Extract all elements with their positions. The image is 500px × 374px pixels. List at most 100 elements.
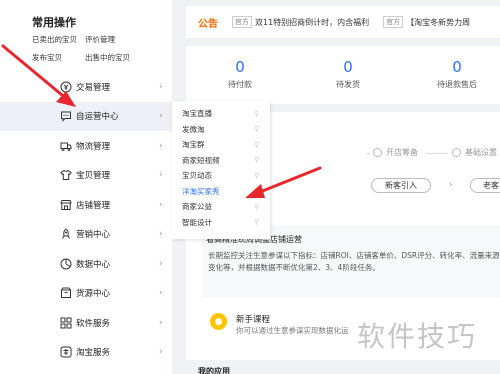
menu-item-trade[interactable]: 交易管理 › xyxy=(0,72,172,102)
task-description: 长期监控关注生意参谋以下指标：店铺ROI、店铺客单价、DSR评分、转化率、流量来… xyxy=(208,251,500,272)
new-customer-button[interactable]: 新客引入 xyxy=(371,178,431,193)
menu-label: 交易管理 xyxy=(76,82,111,93)
submenu-label: 淘宝群 xyxy=(182,140,205,150)
newbie-course-desc: 你可以通过生意参谋实现数据化运 xyxy=(236,326,349,335)
truck-icon xyxy=(60,142,72,151)
chevron-right-icon: › xyxy=(159,199,163,210)
quick-link-reviews[interactable]: 评价管理 xyxy=(85,34,115,45)
menu-label: 货源中心 xyxy=(76,289,111,300)
pin-icon[interactable]: ⚲ xyxy=(254,156,259,164)
submenu-item-active[interactable]: 洋淘买家秀 ⚲ xyxy=(172,184,270,200)
chevron-right-icon: › xyxy=(159,229,163,240)
menu-item-self-operation[interactable]: 自运营中心 › xyxy=(0,101,172,131)
submenu-item[interactable]: 淘宝群 ⚲ xyxy=(172,137,270,153)
stat-pending-payment[interactable]: 0 待付款 xyxy=(205,58,275,90)
menu-label: 自运营中心 xyxy=(76,112,119,123)
chevron-right-icon: › xyxy=(159,111,163,122)
menu-item-software[interactable]: 软件服务 › xyxy=(0,308,172,338)
stat-value: 0 xyxy=(452,58,462,76)
official-tag: 官方 xyxy=(383,16,404,28)
pin-icon[interactable]: ⚲ xyxy=(254,110,259,118)
chevron-right-icon: › xyxy=(449,180,453,190)
submenu-label: 智能设计 xyxy=(182,217,212,227)
stat-refund[interactable]: 0 待退款售后 xyxy=(422,58,492,90)
step-store-prep[interactable]: 开店筹备 xyxy=(373,147,418,158)
menu-label: 店铺管理 xyxy=(76,200,111,211)
common-actions-title: 常用操作 xyxy=(32,16,76,29)
announcement-title: 公告 xyxy=(198,18,218,30)
apps-icon xyxy=(60,317,72,329)
step-connector xyxy=(426,153,448,154)
menu-item-store[interactable]: 店铺管理 › xyxy=(0,190,172,220)
menu-label: 物流管理 xyxy=(76,141,111,152)
menu-item-supply[interactable]: 货源中心 › xyxy=(0,279,172,309)
camera-icon: ● xyxy=(210,313,227,330)
stat-label: 待付款 xyxy=(228,80,252,89)
submenu-item[interactable]: 宝贝动态 ⚲ xyxy=(172,168,270,184)
box-icon xyxy=(61,287,71,299)
stat-label: 待退款售后 xyxy=(437,80,477,89)
step-connector xyxy=(366,153,370,154)
submenu-item[interactable]: 发微淘 ⚲ xyxy=(172,122,270,138)
pin-icon[interactable]: ⚲ xyxy=(254,187,259,195)
main-menu: 交易管理 › 自运营中心 › 物流管理 › 宝贝管理 › 店铺管理 › 营销中心… xyxy=(0,72,172,367)
menu-item-goods[interactable]: 宝贝管理 › xyxy=(0,161,172,191)
my-apps-title: 我的应用 xyxy=(198,367,230,374)
stat-pending-shipment[interactable]: 0 待发货 xyxy=(313,58,383,90)
step-label: 基础设置 xyxy=(465,148,497,157)
self-operation-submenu: 淘宝直播 ⚲ 发微淘 ⚲ 淘宝群 ⚲ 商家短视频 ⚲ 宝贝动态 ⚲ 洋淘买家秀 ⚲ 商家公益… xyxy=(172,101,270,239)
step-label: 开店筹备 xyxy=(386,148,418,157)
store-icon xyxy=(60,199,72,210)
shirt-icon xyxy=(60,170,72,181)
stat-value: 0 xyxy=(343,58,353,76)
sidebar: 常用操作 已卖出的宝贝 评价管理 发布宝贝 出售中的宝贝 交易管理 › 自运营中… xyxy=(0,0,172,374)
chevron-right-icon: › xyxy=(159,258,163,269)
order-stats-card: 0 待付款 0 待发货 0 待退款售后 xyxy=(186,46,500,104)
chevron-right-icon: › xyxy=(159,140,163,151)
submenu-label: 洋淘买家秀 xyxy=(182,186,220,196)
announcement-link[interactable]: 【淘宝冬新势力周 xyxy=(406,17,470,28)
menu-label: 宝贝管理 xyxy=(76,171,111,182)
chevron-right-icon: › xyxy=(159,81,163,92)
menu-label: 淘宝服务 xyxy=(76,348,111,359)
submenu-item[interactable]: 智能设计 ⚲ xyxy=(172,215,270,231)
rocket-icon xyxy=(62,228,70,240)
submenu-item[interactable]: 商家短视频 ⚲ xyxy=(172,153,270,169)
step-circle-icon xyxy=(452,148,461,157)
announcement-bar: 公告 官方 双11特别招商倒计时，内含福利 官方 【淘宝冬新势力周 xyxy=(186,6,500,38)
chevron-right-icon: › xyxy=(159,317,163,328)
submenu-label: 商家短视频 xyxy=(182,155,220,165)
data-icon xyxy=(60,258,72,270)
trade-icon xyxy=(60,81,72,93)
submenu-label: 宝贝动态 xyxy=(182,171,212,181)
quick-link-sold-items[interactable]: 已卖出的宝贝 xyxy=(32,34,77,45)
official-tag: 官方 xyxy=(232,16,252,28)
submenu-item[interactable]: 淘宝直播 ⚲ xyxy=(172,106,270,122)
chat-icon xyxy=(61,111,71,122)
pin-icon[interactable]: ⚲ xyxy=(254,125,259,133)
pin-icon[interactable]: ⚲ xyxy=(254,141,259,149)
stat-label: 待发货 xyxy=(336,80,360,89)
quick-link-publish-item[interactable]: 发布宝贝 xyxy=(32,52,62,63)
newbie-course-link[interactable]: 新手课程 xyxy=(236,313,270,325)
menu-item-marketing[interactable]: 营销中心 › xyxy=(0,220,172,250)
menu-item-taobao-service[interactable]: 淘宝服务 › xyxy=(0,338,172,368)
old-customer-button[interactable]: 老客 xyxy=(470,178,500,193)
menu-item-logistics[interactable]: 物流管理 › xyxy=(0,131,172,161)
menu-label: 软件服务 xyxy=(76,318,111,329)
pin-icon[interactable]: ⚲ xyxy=(254,218,259,226)
submenu-item[interactable]: 商家公益 ⚲ xyxy=(172,199,270,215)
pin-icon[interactable]: ⚲ xyxy=(254,172,259,180)
menu-label: 数据中心 xyxy=(76,259,111,270)
quick-link-items-on-sale[interactable]: 出售中的宝贝 xyxy=(85,52,130,63)
chevron-right-icon: › xyxy=(159,170,163,181)
submenu-label: 发微淘 xyxy=(182,124,205,134)
step-basic-settings[interactable]: 基础设置 xyxy=(452,147,497,158)
menu-label: 营销中心 xyxy=(76,230,111,241)
step-circle-icon xyxy=(373,148,382,157)
taobao-icon xyxy=(60,346,72,358)
menu-item-data[interactable]: 数据中心 › xyxy=(0,249,172,279)
announcement-link[interactable]: 双11特别招商倒计时，内含福利 xyxy=(255,17,369,28)
watermark: 软件技巧 xyxy=(357,320,478,353)
pin-icon[interactable]: ⚲ xyxy=(254,203,259,211)
